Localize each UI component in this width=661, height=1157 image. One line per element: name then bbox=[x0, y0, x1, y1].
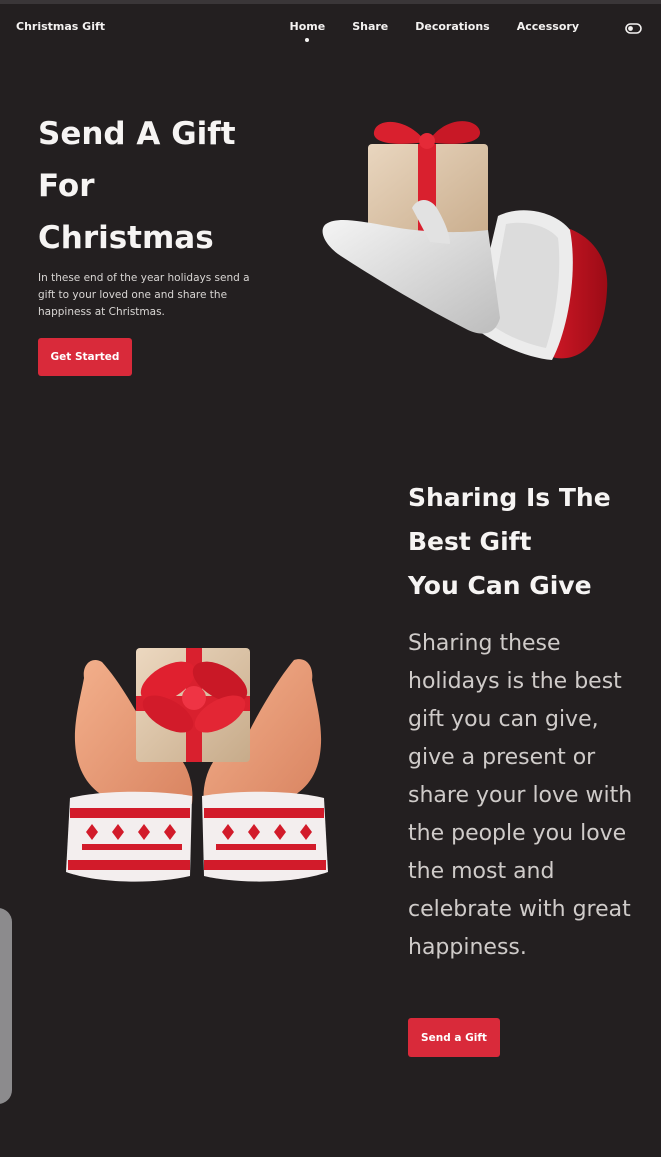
nav-menu: Home Share Decorations Accessory bbox=[290, 20, 579, 42]
santa-hand-gift-image bbox=[322, 121, 608, 360]
nav-link-share[interactable]: Share bbox=[352, 20, 388, 33]
share-description: Sharing these holidays is the best gift … bbox=[408, 631, 633, 960]
send-gift-button[interactable]: Send a Gift bbox=[408, 1018, 500, 1057]
navbar: Christmas Gift Home Share Decorations Ac… bbox=[0, 4, 661, 50]
theme-toggle-icon[interactable] bbox=[625, 23, 642, 34]
side-handle[interactable] bbox=[0, 908, 12, 1104]
nav-link-accessory[interactable]: Accessory bbox=[517, 20, 579, 33]
brand-logo[interactable]: Christmas Gift bbox=[16, 20, 105, 33]
share-title: Sharing Is The Best Gift You Can Give bbox=[408, 483, 611, 600]
hands-holding-gift-image bbox=[66, 648, 328, 882]
nav-link-home[interactable]: Home bbox=[290, 20, 325, 42]
nav-link-decorations[interactable]: Decorations bbox=[415, 20, 489, 33]
hero-title: Send A Gift For Christmas bbox=[38, 116, 236, 256]
get-started-button[interactable]: Get Started bbox=[38, 338, 132, 376]
hero-description: In these end of the year holidays send a… bbox=[38, 272, 250, 318]
